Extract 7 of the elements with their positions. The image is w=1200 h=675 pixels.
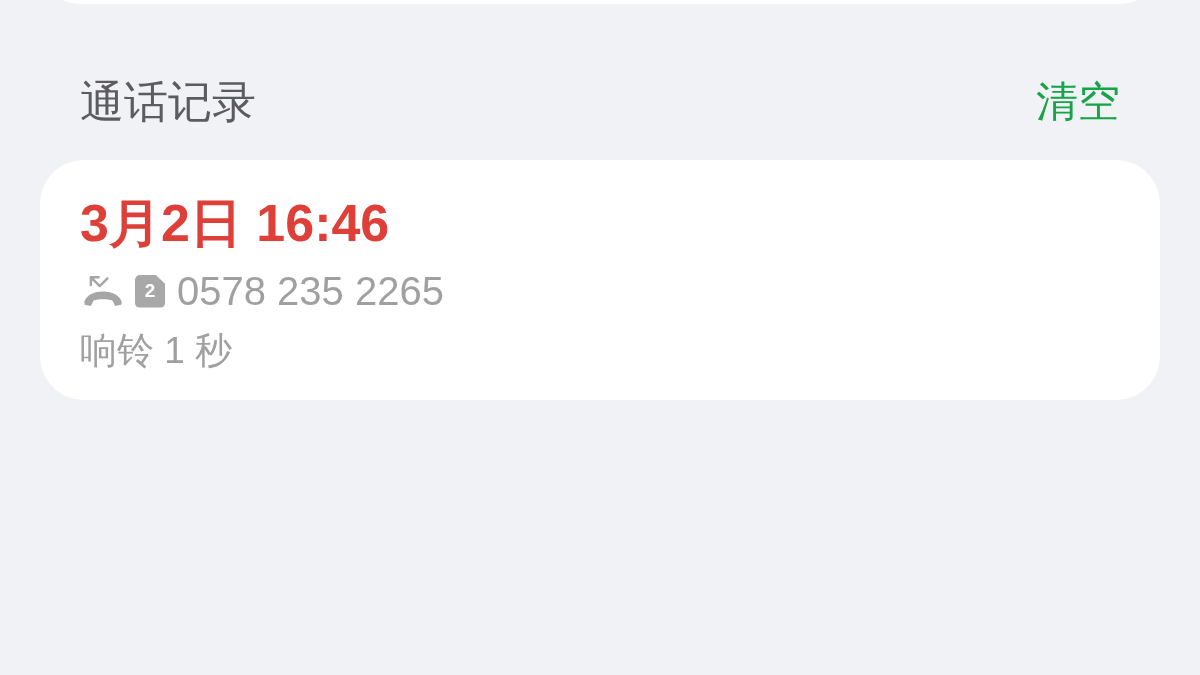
clear-button[interactable]: 清空 <box>1036 74 1120 130</box>
sim-card-badge: 2 <box>135 274 165 308</box>
phone-number: 0578 235 2265 <box>177 268 444 315</box>
call-record-card[interactable]: 3月2日 16:46 2 0578 235 2265 响铃 1 秒 <box>40 160 1160 400</box>
call-time: 3月2日 16:46 <box>80 193 390 253</box>
section-title: 通话记录 <box>80 76 256 128</box>
call-duration: 响铃 1 秒 <box>80 329 233 373</box>
